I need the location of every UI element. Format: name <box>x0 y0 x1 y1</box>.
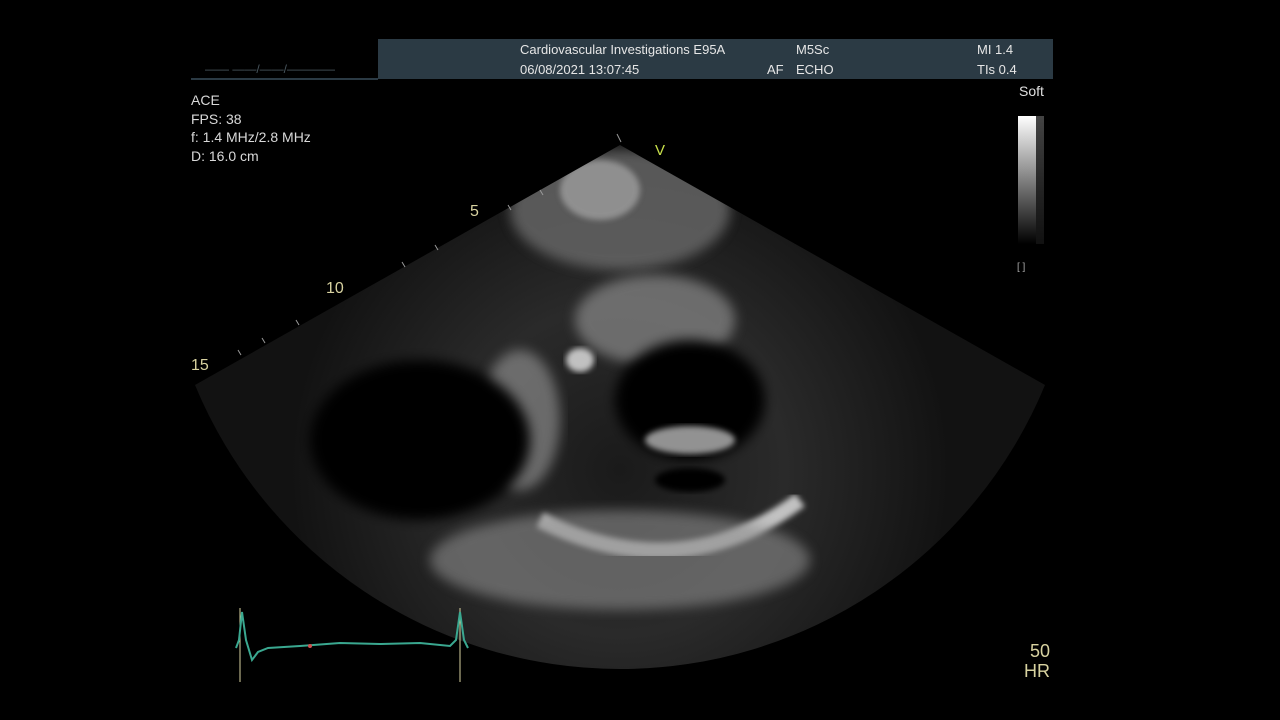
heart-rate-value: 50 <box>1029 641 1050 661</box>
heart-rate: 50 HR <box>1020 641 1050 681</box>
fps-label: FPS: 38 <box>191 110 242 127</box>
orientation-marker: V <box>655 142 666 159</box>
header-left-block: —— ——/——/———— <box>191 40 378 80</box>
institution-label: Cardiovascular Investigations E95A <box>520 42 726 57</box>
acquisition-info: ACE FPS: 38 f: 1.4 MHz/2.8 MHz D: 16.0 c… <box>191 91 311 165</box>
mode-label: ECHO <box>796 62 834 77</box>
depth-label: D: 16.0 cm <box>191 147 259 164</box>
af-label: AF <box>767 62 784 77</box>
datetime-label: 06/08/2021 13:07:45 <box>520 62 640 77</box>
grayscale-bar <box>1018 116 1036 244</box>
probe-label: M5Sc <box>796 42 830 57</box>
depth-marker-10: 10 <box>326 280 344 297</box>
grayscale-map-label: Soft <box>1019 83 1044 99</box>
preset-label: ACE <box>191 92 220 108</box>
mi-label: MI 1.4 <box>977 42 1014 57</box>
depth-marker-15: 15 <box>191 357 209 374</box>
header-bar: Cardiovascular Investigations E95A 06/08… <box>378 39 1053 79</box>
patient-id-obscured: —— ——/——/———— <box>205 62 336 76</box>
grayscale-bracket-icon: [ ] <box>1017 262 1026 273</box>
grayscale-bar-edge <box>1036 116 1044 244</box>
tis-label: TIs 0.4 <box>977 62 1017 77</box>
frequency-label: f: 1.4 MHz/2.8 MHz <box>191 129 311 145</box>
heart-rate-unit: HR <box>1024 661 1050 681</box>
depth-marker-5: 5 <box>470 203 479 220</box>
